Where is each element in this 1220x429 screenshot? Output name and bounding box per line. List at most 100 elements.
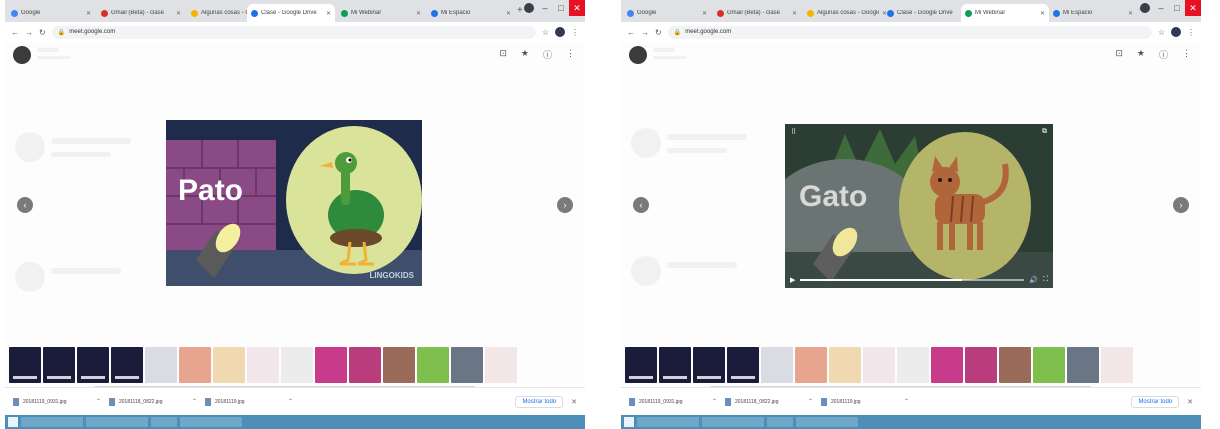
browser-tab-active[interactable]: Mi Webinar ✕ bbox=[961, 4, 1049, 22]
profile-icon[interactable] bbox=[1140, 3, 1150, 13]
download-item[interactable]: 20181118_0822.jpg ⌃ bbox=[109, 394, 197, 410]
popout-icon[interactable]: ⧉ bbox=[1042, 128, 1047, 136]
start-icon[interactable] bbox=[624, 417, 634, 427]
thumbnail[interactable] bbox=[693, 347, 725, 383]
forward-icon[interactable]: → bbox=[25, 28, 33, 37]
thumbnail[interactable] bbox=[795, 347, 827, 383]
next-arrow-icon[interactable]: › bbox=[1173, 197, 1189, 213]
thumbnail[interactable] bbox=[1101, 347, 1133, 383]
chevron-up-icon[interactable]: ⌃ bbox=[192, 398, 197, 405]
video-progress-bar[interactable] bbox=[800, 279, 1025, 281]
thumbnail[interactable] bbox=[9, 347, 41, 383]
back-icon[interactable]: ← bbox=[627, 28, 635, 37]
tab-close-icon[interactable]: ✕ bbox=[1040, 10, 1045, 17]
thumbnail[interactable] bbox=[829, 347, 861, 383]
info-icon[interactable]: ⓘ bbox=[543, 48, 552, 61]
thumbnail[interactable] bbox=[727, 347, 759, 383]
profile-icon[interactable] bbox=[524, 3, 534, 13]
thumbnail[interactable] bbox=[931, 347, 963, 383]
maximize-icon[interactable]: □ bbox=[1169, 0, 1185, 16]
taskbar-app[interactable] bbox=[180, 417, 242, 427]
previous-arrow-icon[interactable]: ‹ bbox=[17, 197, 33, 213]
taskbar-app[interactable] bbox=[21, 417, 83, 427]
play-icon[interactable]: ▶ bbox=[790, 276, 795, 284]
more-icon[interactable]: ⋮ bbox=[566, 48, 575, 61]
browser-tab[interactable]: Algunas cosas - Google Drive✕ bbox=[803, 4, 891, 22]
thumbnail[interactable] bbox=[179, 347, 211, 383]
tab-close-icon[interactable]: ✕ bbox=[326, 10, 331, 17]
tab-close-icon[interactable]: ✕ bbox=[792, 10, 797, 17]
thumbnail[interactable] bbox=[383, 347, 415, 383]
thumbnail[interactable] bbox=[625, 347, 657, 383]
browser-tab[interactable]: Mi Espacio ✕ bbox=[427, 4, 515, 22]
chevron-up-icon[interactable]: ⌃ bbox=[712, 398, 717, 405]
thumbnail[interactable] bbox=[145, 347, 177, 383]
thumbnail[interactable] bbox=[863, 347, 895, 383]
browser-tab[interactable]: Clase - Google Drive✕ bbox=[883, 4, 971, 22]
browser-tab[interactable]: Google ✕ bbox=[623, 4, 711, 22]
more-icon[interactable]: ⋮ bbox=[1182, 48, 1191, 61]
window-close-icon[interactable]: ✕ bbox=[569, 0, 585, 16]
account-avatar[interactable] bbox=[1171, 27, 1181, 37]
browser-tab[interactable]: Mi Espacio ✕ bbox=[1049, 4, 1137, 22]
browser-tab-active[interactable]: Clase - Google Drive ✕ bbox=[247, 4, 335, 22]
star-icon[interactable]: ☆ bbox=[1158, 28, 1165, 37]
thumbnail[interactable] bbox=[281, 347, 313, 383]
slide-gato-video[interactable]: Gato ⠿ ⧉ ▶ 🔊 ⛶ bbox=[785, 124, 1053, 288]
next-arrow-icon[interactable]: › bbox=[557, 197, 573, 213]
thumbnail[interactable] bbox=[349, 347, 381, 383]
download-item[interactable]: 20181119.jpg ⌃ bbox=[205, 394, 293, 410]
thumbnail[interactable] bbox=[965, 347, 997, 383]
taskbar-app[interactable] bbox=[702, 417, 764, 427]
show-all-button[interactable]: Mostrar todo bbox=[1131, 395, 1180, 408]
url-input[interactable]: 🔒 meet.google.com bbox=[51, 25, 536, 39]
start-icon[interactable] bbox=[8, 417, 18, 427]
thumbnail[interactable] bbox=[213, 347, 245, 383]
taskbar-app[interactable] bbox=[151, 417, 177, 427]
thumbnail[interactable] bbox=[451, 347, 483, 383]
thumbnail[interactable] bbox=[43, 347, 75, 383]
menu-icon[interactable]: ⋮ bbox=[1187, 28, 1195, 37]
chevron-up-icon[interactable]: ⌃ bbox=[904, 398, 909, 405]
tab-close-icon[interactable]: ✕ bbox=[176, 10, 181, 17]
thumbnail[interactable] bbox=[485, 347, 517, 383]
thumbnail[interactable] bbox=[417, 347, 449, 383]
menu-icon[interactable]: ⋮ bbox=[571, 28, 579, 37]
download-item[interactable]: 20181119_0931.jpg ⌃ bbox=[13, 394, 101, 410]
back-icon[interactable]: ← bbox=[11, 28, 19, 37]
show-all-button[interactable]: Mostrar todo bbox=[515, 395, 564, 408]
forward-icon[interactable]: → bbox=[641, 28, 649, 37]
chevron-up-icon[interactable]: ⌃ bbox=[808, 398, 813, 405]
drag-handle-icon[interactable]: ⠿ bbox=[791, 128, 796, 136]
taskbar-app[interactable] bbox=[796, 417, 858, 427]
maximize-icon[interactable]: □ bbox=[553, 0, 569, 16]
reload-icon[interactable]: ↻ bbox=[655, 28, 662, 37]
share-icon[interactable]: ⊡ bbox=[1115, 48, 1123, 61]
chevron-up-icon[interactable]: ⌃ bbox=[96, 398, 101, 405]
thumbnail[interactable] bbox=[659, 347, 691, 383]
thumbnail[interactable] bbox=[77, 347, 109, 383]
previous-arrow-icon[interactable]: ‹ bbox=[633, 197, 649, 213]
url-input[interactable]: 🔒 meet.google.com bbox=[667, 25, 1152, 39]
tab-close-icon[interactable]: ✕ bbox=[1128, 10, 1133, 17]
info-icon[interactable]: ⓘ bbox=[1159, 48, 1168, 61]
thumbnail[interactable] bbox=[999, 347, 1031, 383]
tab-close-icon[interactable]: ✕ bbox=[86, 10, 91, 17]
taskbar-app[interactable] bbox=[637, 417, 699, 427]
thumbnail[interactable] bbox=[897, 347, 929, 383]
reload-icon[interactable]: ↻ bbox=[39, 28, 46, 37]
browser-tab[interactable]: Gmail (Beta) - clase ✕ bbox=[97, 4, 185, 22]
download-item[interactable]: 20181119_0931.jpg ⌃ bbox=[629, 394, 717, 410]
thumbnail[interactable] bbox=[315, 347, 347, 383]
taskbar-app[interactable] bbox=[767, 417, 793, 427]
taskbar-app[interactable] bbox=[86, 417, 148, 427]
volume-icon[interactable]: 🔊 bbox=[1029, 276, 1038, 284]
browser-tab[interactable]: Google ✕ bbox=[7, 4, 95, 22]
tab-close-icon[interactable]: ✕ bbox=[506, 10, 511, 17]
star-icon[interactable]: ☆ bbox=[542, 28, 549, 37]
thumbnail[interactable] bbox=[761, 347, 793, 383]
thumbnail[interactable] bbox=[1067, 347, 1099, 383]
account-avatar[interactable] bbox=[555, 27, 565, 37]
minimize-icon[interactable]: – bbox=[537, 0, 553, 16]
browser-tab[interactable]: Mi Webinar ✕ bbox=[337, 4, 425, 22]
